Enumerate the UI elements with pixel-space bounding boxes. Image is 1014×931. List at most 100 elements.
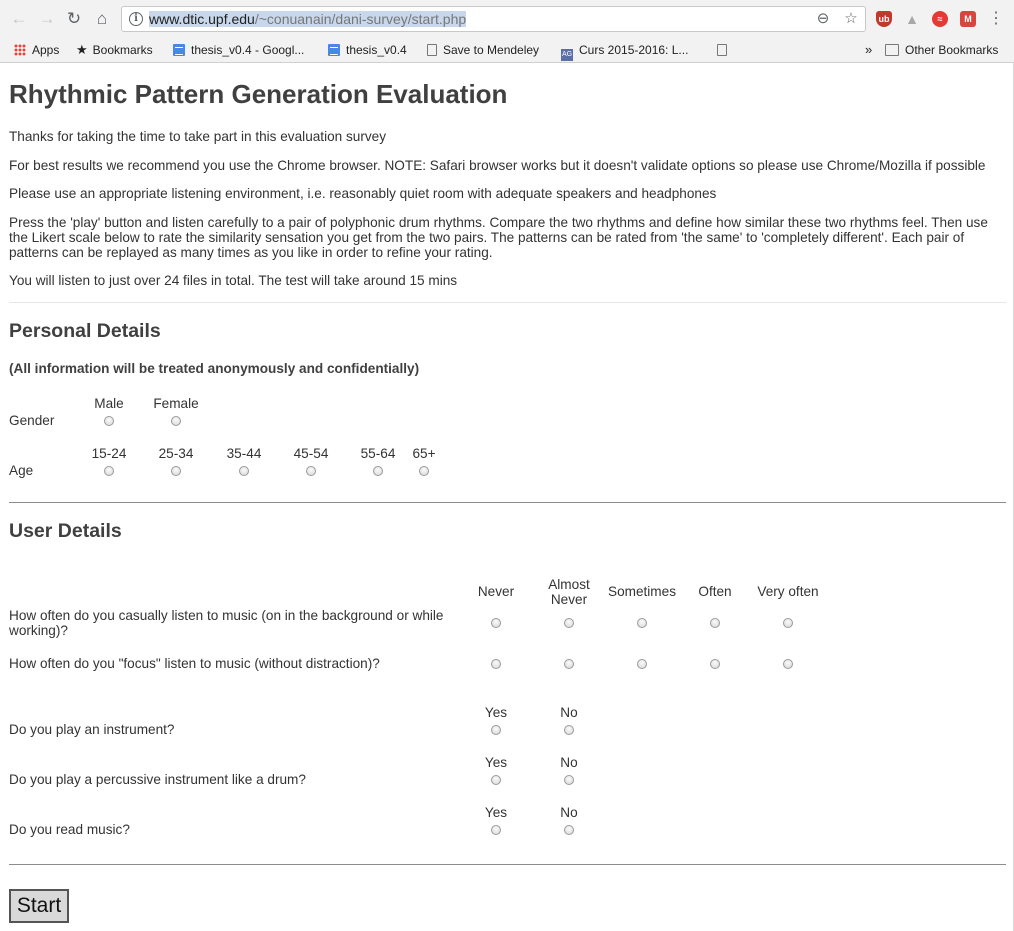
instrument-radio-yes[interactable]: [491, 725, 501, 735]
age-option-label: 65+: [412, 446, 436, 461]
page-content: Rhythmic Pattern Generation Evaluation T…: [0, 63, 1014, 931]
question-read-music: Do you read music?: [9, 822, 130, 837]
yes-label: Yes: [484, 705, 508, 720]
personal-details-heading: Personal Details: [9, 320, 161, 342]
folder-icon: [885, 44, 899, 56]
no-label: No: [560, 755, 578, 770]
forward-arrow-icon[interactable]: →: [37, 9, 57, 29]
bookmark-other[interactable]: Other Bookmarks: [885, 38, 998, 62]
age-radio-15-24[interactable]: [104, 466, 114, 476]
url-host: www.dtic.upf.edu: [149, 11, 255, 27]
bookmark-thesis[interactable]: thesis_v0.4: [328, 38, 407, 62]
bookmark-bookmarks[interactable]: ★ Bookmarks: [76, 38, 153, 62]
drive-extension-icon[interactable]: ▲: [904, 11, 920, 27]
gender-option-label-female: Female: [153, 396, 199, 411]
gender-label: Gender: [9, 413, 55, 428]
focus-radio-almost-never[interactable]: [564, 659, 574, 669]
age-option-label: 25-34: [158, 446, 194, 461]
casual-radio-never[interactable]: [491, 618, 501, 628]
age-radio-25-34[interactable]: [171, 466, 181, 476]
reload-icon[interactable]: ↻: [64, 9, 84, 29]
apps-grid-icon: [14, 44, 26, 56]
privacy-note: (All information will be treated anonymo…: [9, 361, 420, 376]
star-icon: ★: [76, 42, 88, 57]
age-radio-45-54[interactable]: [306, 466, 316, 476]
mendeley-extension-icon[interactable]: M: [960, 11, 976, 27]
divider: [9, 864, 1006, 865]
age-option-label: 15-24: [91, 446, 127, 461]
divider: [9, 302, 1006, 303]
frequency-header-very-often: Very often: [757, 584, 819, 599]
browser-menu-icon[interactable]: ⋮: [988, 9, 1004, 29]
question-play-instrument: Do you play an instrument?: [9, 722, 175, 737]
frequency-header-never: Never: [477, 584, 515, 599]
casual-radio-almost-never[interactable]: [564, 618, 574, 628]
zoom-icon[interactable]: ⊖: [814, 10, 832, 28]
gender-option-label-male: Male: [94, 396, 124, 411]
read-music-radio-no[interactable]: [564, 825, 574, 835]
bookmark-label: Apps: [32, 43, 60, 57]
gender-radio-male[interactable]: [104, 416, 114, 426]
casual-radio-very-often[interactable]: [783, 618, 793, 628]
age-option-label: 35-44: [226, 446, 262, 461]
read-music-radio-yes[interactable]: [491, 825, 501, 835]
page-icon: [427, 44, 437, 56]
focus-radio-very-often[interactable]: [783, 659, 793, 669]
home-icon[interactable]: ⌂: [92, 9, 112, 29]
no-label: No: [560, 805, 578, 820]
age-radio-55-64[interactable]: [373, 466, 383, 476]
bookmark-label: Curs 2015-2016: L...: [579, 43, 689, 57]
frequency-header-almost-never: Almost Never: [548, 577, 590, 607]
no-label: No: [560, 705, 578, 720]
bookmarks-bar: Apps ★ Bookmarks thesis_v0.4 - Googl... t…: [0, 38, 1014, 63]
question-percussive-instrument: Do you play a percussive instrument like…: [9, 772, 306, 787]
yes-label: Yes: [484, 805, 508, 820]
url-text[interactable]: www.dtic.upf.edu/~conuanain/dani-survey/…: [149, 11, 467, 28]
frequency-header-often: Often: [698, 584, 732, 599]
bookmark-blank[interactable]: [717, 38, 733, 62]
percussive-radio-no[interactable]: [564, 775, 574, 785]
focus-radio-often[interactable]: [710, 659, 720, 669]
back-arrow-icon[interactable]: ←: [9, 9, 29, 29]
ext-red-icon[interactable]: ≈: [932, 11, 948, 27]
google-doc-icon: [328, 44, 340, 56]
google-doc-icon: [173, 44, 185, 56]
bookmark-apps[interactable]: Apps: [14, 38, 59, 62]
bookmark-mendeley[interactable]: Save to Mendeley: [427, 38, 539, 62]
user-details-heading: User Details: [9, 520, 122, 542]
gender-radio-female[interactable]: [171, 416, 181, 426]
intro-duration: You will listen to just over 24 files in…: [9, 273, 458, 288]
bookmark-label: Other Bookmarks: [905, 43, 999, 57]
frequency-header-sometimes: Sometimes: [608, 584, 676, 599]
browser-toolbar: ← → ↻ ⌂ i www.dtic.upf.edu/~conuanain/da…: [0, 0, 1014, 38]
age-radio-65-plus[interactable]: [419, 466, 429, 476]
intro-thanks: Thanks for taking the time to take part …: [9, 129, 387, 144]
bookmarks-overflow-chevron-icon[interactable]: »: [865, 38, 872, 62]
age-label: Age: [9, 463, 34, 478]
casual-radio-often[interactable]: [710, 618, 720, 628]
bookmark-star-icon[interactable]: ☆: [842, 10, 860, 28]
percussive-radio-yes[interactable]: [491, 775, 501, 785]
bookmark-label: Save to Mendeley: [443, 43, 540, 57]
moodle-icon: AG: [561, 49, 573, 61]
divider: [9, 502, 1006, 503]
question-casual-listening: How often do you casually listen to musi…: [9, 608, 444, 638]
casual-radio-sometimes[interactable]: [637, 618, 647, 628]
page-title: Rhythmic Pattern Generation Evaluation: [9, 79, 508, 109]
address-bar[interactable]: i www.dtic.upf.edu/~conuanain/dani-surve…: [121, 6, 866, 32]
url-path: /~conuanain/dani-survey/start.php: [254, 11, 467, 27]
page-icon: [717, 44, 727, 56]
bookmark-label: thesis_v0.4 - Googl...: [191, 43, 305, 57]
intro-instructions: Press the 'play' button and listen caref…: [9, 215, 988, 260]
start-button[interactable]: Start: [9, 889, 69, 923]
ublock-extension-icon[interactable]: ub: [876, 11, 892, 27]
focus-radio-sometimes[interactable]: [637, 659, 647, 669]
bookmark-curs[interactable]: AG Curs 2015-2016: L...: [561, 38, 688, 62]
instrument-radio-no[interactable]: [564, 725, 574, 735]
bookmark-thesis-google[interactable]: thesis_v0.4 - Googl...: [173, 38, 304, 62]
age-option-label: 45-54: [293, 446, 329, 461]
focus-radio-never[interactable]: [491, 659, 501, 669]
info-icon[interactable]: i: [129, 12, 143, 26]
age-radio-35-44[interactable]: [239, 466, 249, 476]
yes-label: Yes: [484, 755, 508, 770]
